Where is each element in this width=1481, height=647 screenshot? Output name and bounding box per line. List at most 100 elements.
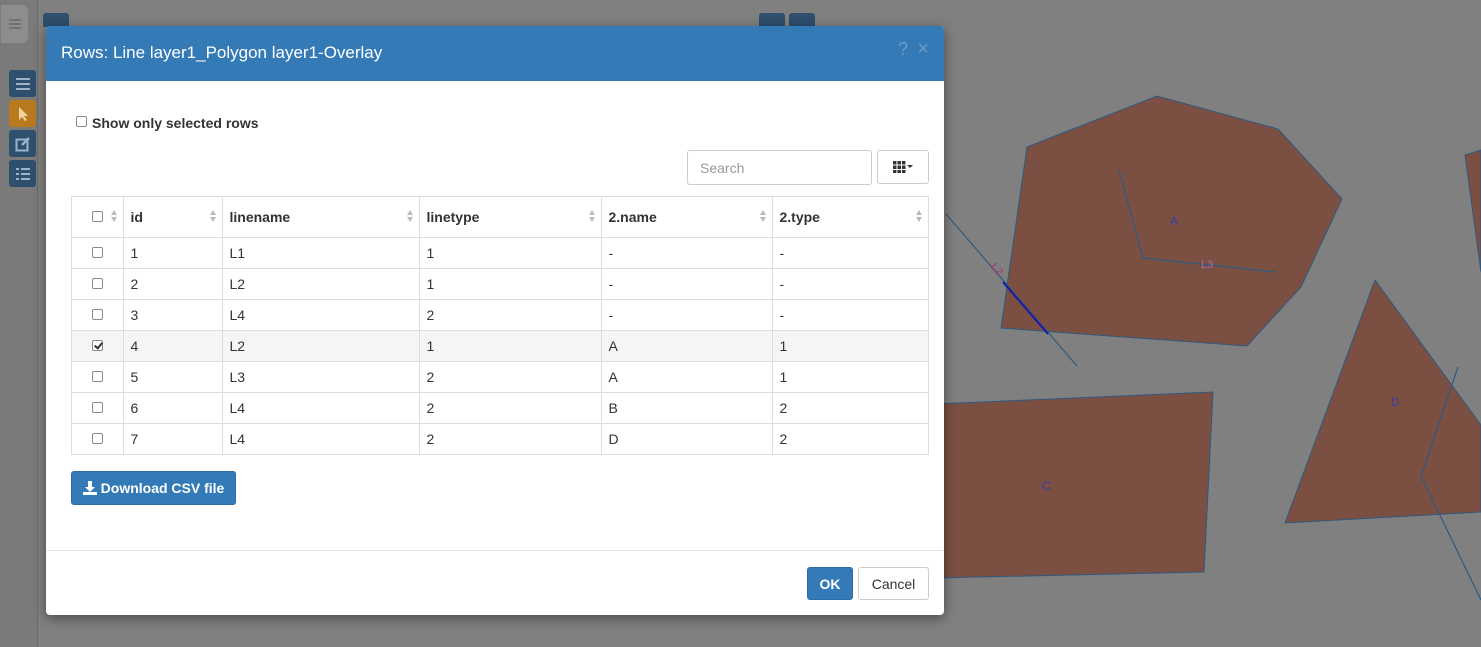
table-row[interactable]: 4 L2 1 A 1 bbox=[72, 330, 928, 362]
tasks-button[interactable] bbox=[9, 160, 36, 187]
map-label-l3: L3 bbox=[1201, 259, 1213, 271]
dialog-header: Rows: Line layer1_Polygon layer1-Overlay… bbox=[46, 26, 944, 81]
table-cell-2-type: - bbox=[772, 237, 928, 269]
table-cell-2-type: 2 bbox=[779, 431, 788, 447]
row-checkbox[interactable] bbox=[91, 402, 103, 413]
table-cell-2-type: - bbox=[772, 299, 928, 331]
row-select-cell[interactable] bbox=[72, 268, 124, 300]
column-header-2-type[interactable]: 2.type bbox=[772, 197, 928, 238]
table-cell-id: 3 bbox=[123, 299, 223, 331]
table-cell-linename: L4 bbox=[222, 423, 420, 454]
list-icon bbox=[15, 77, 30, 90]
select-all-header[interactable] bbox=[72, 197, 124, 238]
row-select-cell[interactable] bbox=[72, 237, 124, 269]
map-label-c: C bbox=[1042, 479, 1051, 493]
table-cell-2-name: - bbox=[601, 299, 773, 331]
row-checkbox[interactable] bbox=[91, 371, 103, 382]
column-header-linetype[interactable]: linetype bbox=[419, 197, 602, 238]
table-cell-id: 7 bbox=[123, 423, 223, 454]
table-header-row: id linename linetype 2.name 2.type bbox=[72, 197, 928, 238]
table-cell-2-type: 2 bbox=[772, 392, 928, 424]
table-cell-2-name: A bbox=[601, 361, 773, 393]
row-select-cell[interactable] bbox=[72, 423, 124, 454]
polygon-c bbox=[934, 391, 1214, 579]
row-checkbox[interactable] bbox=[91, 309, 103, 320]
table-row[interactable]: 6 L4 2 B 2 bbox=[72, 392, 928, 424]
table-cell-2-name: - bbox=[601, 237, 773, 269]
table-row[interactable]: 1 L1 1- - bbox=[72, 237, 928, 269]
table-cell-2-type: 1 bbox=[772, 330, 928, 362]
table-cell-linetype: 2 bbox=[419, 423, 602, 454]
column-label: 2.type bbox=[779, 209, 820, 225]
table-cell-linename: L4 bbox=[222, 299, 420, 331]
row-select-cell[interactable] bbox=[72, 299, 124, 331]
download-icon bbox=[82, 481, 97, 495]
rows-dialog: Rows: Line layer1_Polygon layer1-Overlay… bbox=[46, 26, 944, 615]
sort-icon[interactable] bbox=[588, 210, 595, 224]
row-select-cell[interactable] bbox=[72, 330, 124, 362]
sort-icon[interactable] bbox=[759, 210, 766, 224]
sort-icon[interactable] bbox=[110, 210, 117, 224]
table-cell-linename: L4 bbox=[222, 392, 420, 424]
sort-icon[interactable] bbox=[406, 210, 413, 224]
table-cell-linetype: 2 bbox=[419, 392, 602, 424]
cancel-button[interactable]: Cancel bbox=[858, 567, 929, 600]
table-cell-linename: L2 bbox=[222, 268, 420, 300]
download-csv-button[interactable]: Download CSV file bbox=[71, 471, 236, 505]
sort-icon[interactable] bbox=[916, 210, 922, 224]
help-icon[interactable]: ? bbox=[898, 39, 908, 60]
column-label: linetype bbox=[426, 209, 480, 225]
layers-button[interactable] bbox=[9, 70, 36, 97]
show-selected-checkbox[interactable] bbox=[76, 116, 87, 127]
hamburger-icon bbox=[8, 19, 21, 29]
table-cell-id: 6 bbox=[123, 392, 223, 424]
table-cell-2-type: - bbox=[772, 268, 928, 300]
row-checkbox[interactable] bbox=[91, 340, 103, 351]
sort-icon[interactable] bbox=[209, 210, 216, 224]
column-header-id[interactable]: id bbox=[123, 197, 223, 238]
menu-toggle-button[interactable] bbox=[1, 5, 28, 43]
map-tool-button-1[interactable] bbox=[759, 13, 785, 27]
edit-icon bbox=[15, 136, 30, 151]
map-tool-button-2[interactable] bbox=[789, 13, 815, 27]
table-cell-id: 1 bbox=[123, 237, 223, 269]
column-label: id bbox=[130, 209, 143, 225]
table-cell-linetype: 1 bbox=[419, 330, 602, 362]
grid-icon bbox=[893, 161, 913, 173]
show-selected-option[interactable]: Show only selected rows bbox=[76, 115, 259, 131]
edit-tool-button[interactable] bbox=[9, 130, 36, 157]
checklist-icon bbox=[15, 167, 30, 180]
table-cell-linetype: 1 bbox=[419, 237, 602, 269]
table-cell-linename: L1 bbox=[222, 237, 420, 269]
table-row[interactable]: 3 L4 2- - bbox=[72, 299, 928, 331]
table-cell-linename: L3 bbox=[222, 361, 420, 393]
row-checkbox[interactable] bbox=[91, 433, 103, 444]
table-cell-linename: L2 bbox=[222, 330, 420, 362]
select-tool-button[interactable] bbox=[9, 100, 36, 127]
table-row[interactable]: 5 L3 2 A 1 bbox=[72, 361, 928, 393]
map-label-d: D bbox=[1391, 395, 1400, 409]
table-cell-id: 2 bbox=[123, 268, 223, 300]
search-input[interactable] bbox=[687, 150, 872, 185]
table-cell-linetype: 2 bbox=[419, 361, 602, 393]
row-checkbox[interactable] bbox=[91, 247, 103, 258]
table-cell-2-name: A bbox=[601, 330, 773, 362]
dialog-title: Rows: Line layer1_Polygon layer1-Overlay bbox=[61, 43, 383, 62]
close-icon[interactable]: × bbox=[917, 38, 929, 61]
map-label-a: A bbox=[1170, 214, 1178, 228]
ok-button[interactable]: OK bbox=[807, 567, 853, 600]
column-header-2-name[interactable]: 2.name bbox=[601, 197, 773, 238]
row-checkbox[interactable] bbox=[91, 278, 103, 289]
table-cell-2-name: D bbox=[601, 423, 773, 454]
pointer-icon bbox=[18, 106, 28, 121]
rows-table: id linename linetype 2.name 2.type 1 L1 1-… bbox=[71, 196, 929, 455]
footer-divider bbox=[46, 550, 944, 551]
column-header-linename[interactable]: linename bbox=[222, 197, 420, 238]
add-layer-button[interactable] bbox=[43, 13, 69, 27]
row-select-cell[interactable] bbox=[72, 392, 124, 424]
table-row[interactable]: 7 L4 2 D 2 bbox=[72, 423, 928, 454]
table-row[interactable]: 2 L2 1- - bbox=[72, 268, 928, 300]
row-select-cell[interactable] bbox=[72, 361, 124, 393]
select-all-checkbox[interactable] bbox=[91, 211, 103, 222]
columns-toggle-button[interactable] bbox=[877, 150, 929, 184]
